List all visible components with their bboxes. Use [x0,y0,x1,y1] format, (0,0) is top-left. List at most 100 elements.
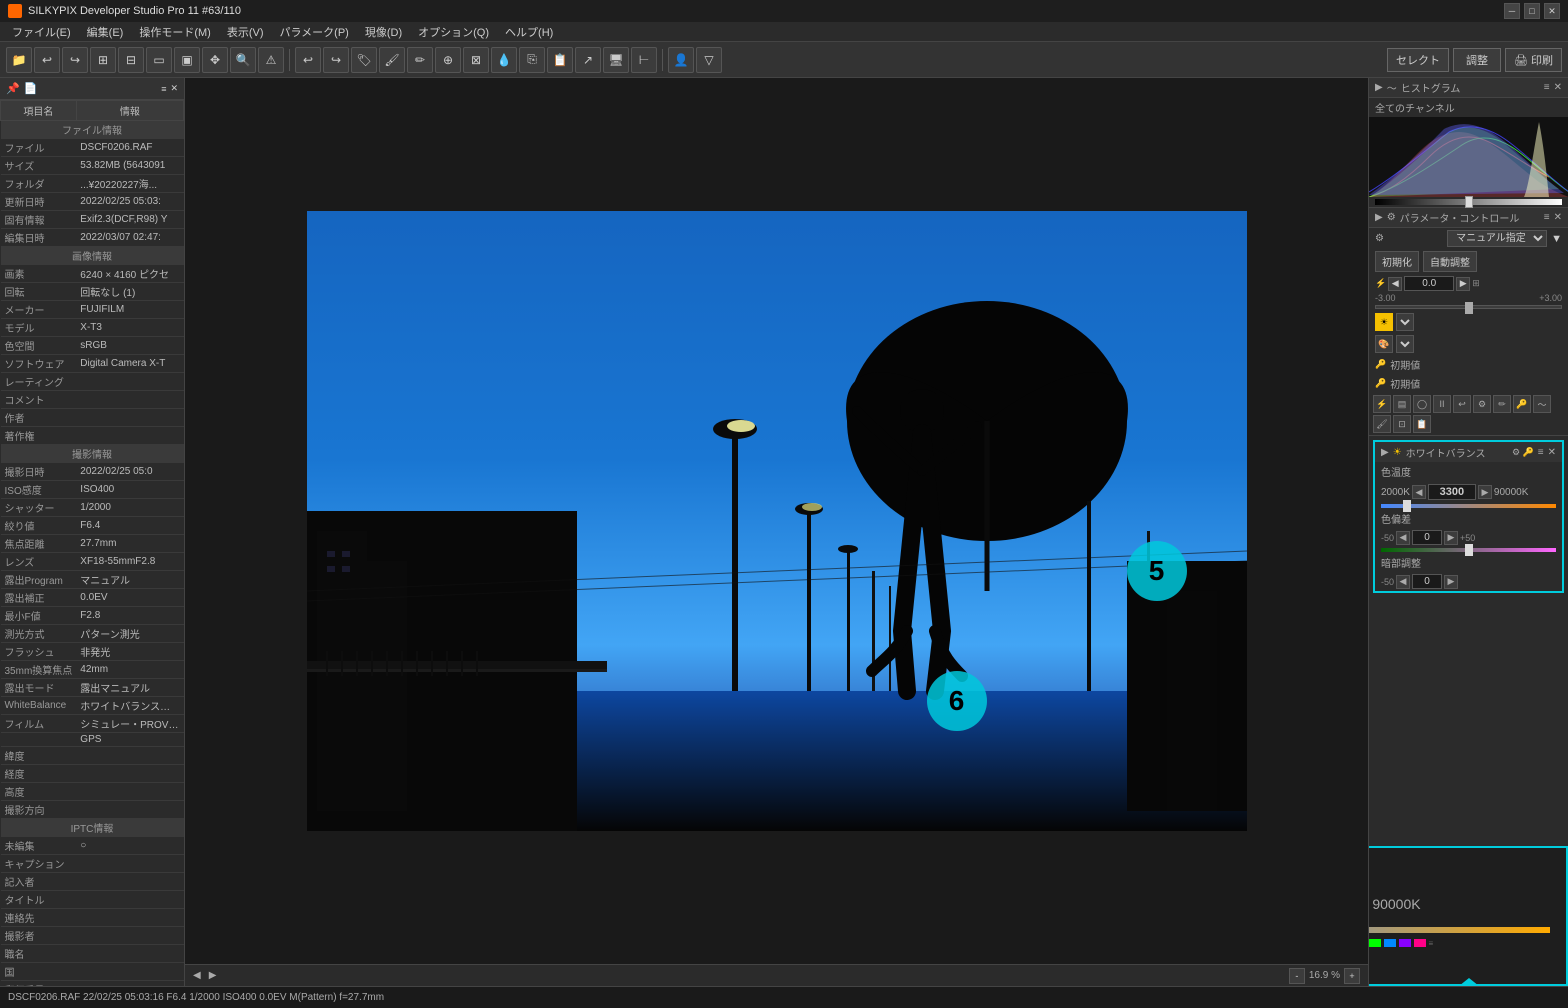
tool-icon9[interactable]: 〜 [1533,395,1551,413]
tint-thumb[interactable] [1465,544,1473,556]
toolbar-tag-btn[interactable]: 🏷 [351,47,377,73]
toolbar-grid-btn[interactable]: ⊞ [90,47,116,73]
histogram-slider[interactable] [1375,199,1562,205]
menu-develop[interactable]: 現像(D) [357,22,410,42]
toolbar-water-btn[interactable]: 💧 [491,47,517,73]
ct-thumb[interactable] [1403,500,1411,512]
ct-slider[interactable] [1381,504,1556,508]
tone-sun-icon[interactable]: ☀ [1375,313,1393,331]
tool-icon10[interactable]: 🖌 [1373,415,1391,433]
shadow-inc-btn[interactable]: ▶ [1444,575,1458,589]
ct-inc-btn[interactable]: ▶ [1478,485,1492,499]
param-menu-icon[interactable]: ≡ [1544,212,1550,223]
exposure-inc-btn[interactable]: ▶ [1456,277,1470,291]
menu-mode[interactable]: 操作モード(M) [131,22,219,42]
zoom-out-btn[interactable]: - [1289,968,1305,984]
image-container[interactable]: 5 6 [185,78,1368,964]
table-row: 経度 [1,765,184,783]
toolbar-arrow2-btn[interactable]: ↪ [323,47,349,73]
wb-close-icon[interactable]: ✕ [1548,447,1556,458]
tone-mode1-select[interactable]: マニュアル指定 [1396,313,1414,331]
auto-button[interactable]: 自動調整 [1423,251,1477,272]
toolbar-clone-btn[interactable]: ⊕ [435,47,461,73]
toolbar-rect-btn[interactable]: ▭ [146,47,172,73]
init-button[interactable]: 初期化 [1375,251,1419,272]
toolbar-transform-btn[interactable]: ⊠ [463,47,489,73]
print-button[interactable]: 🖨 印刷 [1505,48,1562,72]
toolbar-redo-btn[interactable]: ↪ [62,47,88,73]
toolbar-person-btn[interactable]: 👤 [668,47,694,73]
toolbar-brush-btn[interactable]: 🖌 [379,47,405,73]
ct-dec-btn[interactable]: ◀ [1412,485,1426,499]
param-close-icon[interactable]: ✕ [1554,212,1562,223]
adjust-button[interactable]: 調整 [1453,48,1501,72]
toolbar-grid2-btn[interactable]: ⊟ [118,47,144,73]
zoom-in-btn[interactable]: + [1344,968,1360,984]
tool-icon5[interactable]: ↩ [1453,395,1471,413]
toolbar-paste-btn[interactable]: 📋 [547,47,573,73]
toolbar-open-btn[interactable]: 📁 [6,47,32,73]
tool-icon7[interactable]: ✏ [1493,395,1511,413]
toolbar-copy-btn[interactable]: ⎘ [519,47,545,73]
menu-edit[interactable]: 編集(E) [79,22,132,42]
toolbar-warn-btn[interactable]: ⚠ [258,47,284,73]
toolbar-undo-btn[interactable]: ↩ [34,47,60,73]
tone-mode1-dropdown[interactable]: マニュアル指定 [1397,316,1413,328]
tint-dec-btn[interactable]: ◀ [1396,531,1410,545]
ct-value[interactable]: 3300 [1428,484,1476,500]
tool-icon6[interactable]: ⚙ [1473,395,1491,413]
tool-icon12[interactable]: 📋 [1413,415,1431,433]
tool-icon11[interactable]: ⊡ [1393,415,1411,433]
toolbar-export-btn[interactable]: ↗ [575,47,601,73]
histogram-slider-thumb[interactable] [1465,196,1473,208]
menu-help[interactable]: ヘルプ(H) [497,22,561,42]
ct-tooltip-slider[interactable] [1368,927,1550,933]
close-button[interactable]: ✕ [1544,3,1560,19]
tool-icon3[interactable]: ◯ [1413,395,1431,413]
tool-icon2[interactable]: ▤ [1393,395,1411,413]
histogram-close-icon[interactable]: ✕ [1554,82,1562,93]
scroll-right-btn[interactable]: ▶ [209,970,217,981]
exposure-slider[interactable] [1375,305,1562,309]
param-mode-select[interactable]: マニュアル指定 [1447,230,1547,247]
left-panel-expand[interactable]: ≡ [161,84,166,94]
menu-file[interactable]: ファイル(E) [4,22,79,42]
select-button[interactable]: セレクト [1387,48,1449,72]
info-scroll[interactable]: 項目名 情報 ファイル情報 ファイルDSCF0206.RAF サイズ53.82M… [0,100,184,986]
tone-mode2-select[interactable]: マニュアル指定 [1396,335,1414,353]
tint-inc-btn[interactable]: ▶ [1444,531,1458,545]
tint-slider[interactable] [1381,548,1556,552]
tone-icon2[interactable]: 🎨 [1375,335,1393,353]
tone-mode2-dropdown[interactable]: マニュアル指定 [1397,338,1413,350]
left-panel-close[interactable]: ✕ [170,83,178,94]
exposure-thumb[interactable] [1465,302,1473,314]
toolbar-multi-btn[interactable]: ▣ [174,47,200,73]
param-expand-icon[interactable]: ▶ [1375,212,1383,223]
toolbar-trim-btn[interactable]: ⊢ [631,47,657,73]
tool-icon8[interactable]: 🔑 [1513,395,1531,413]
left-panel-pin-icon[interactable]: 📌 [6,82,20,95]
left-panel-icon2[interactable]: 📄 [24,82,38,95]
menu-view[interactable]: 表示(V) [219,22,272,42]
exposure-expand-icon[interactable]: ⊞ [1472,278,1480,289]
menu-param[interactable]: パラメーク(P) [272,22,357,42]
scroll-left-btn[interactable]: ◀ [193,970,201,981]
toolbar-search-btn[interactable]: 🔍 [230,47,256,73]
toolbar-filter-btn[interactable]: ▽ [696,47,722,73]
toolbar-arrow-btn[interactable]: ↩ [295,47,321,73]
histogram-menu-icon[interactable]: ≡ [1544,82,1550,93]
exposure-dec-btn[interactable]: ◀ [1388,277,1402,291]
wb-menu-icon[interactable]: ≡ [1538,447,1544,458]
maximize-button[interactable]: □ [1524,3,1540,19]
tool-icon4[interactable]: II [1433,395,1451,413]
histogram-expand-icon[interactable]: ▶ [1375,82,1383,93]
toolbar-monitor-btn[interactable]: 🖥 [603,47,629,73]
toolbar-move-btn[interactable]: ✥ [202,47,228,73]
wb-expand-icon[interactable]: ▶ [1381,447,1389,458]
toolbar-pen-btn[interactable]: ✏ [407,47,433,73]
tool-icon1[interactable]: ⚡ [1373,395,1391,413]
minimize-button[interactable]: ─ [1504,3,1520,19]
param-title-bar: ▶ ⚙ パラメータ・コントロール ≡ ✕ [1369,208,1568,228]
menu-option[interactable]: オプション(Q) [410,22,497,42]
shadow-dec-btn[interactable]: ◀ [1396,575,1410,589]
